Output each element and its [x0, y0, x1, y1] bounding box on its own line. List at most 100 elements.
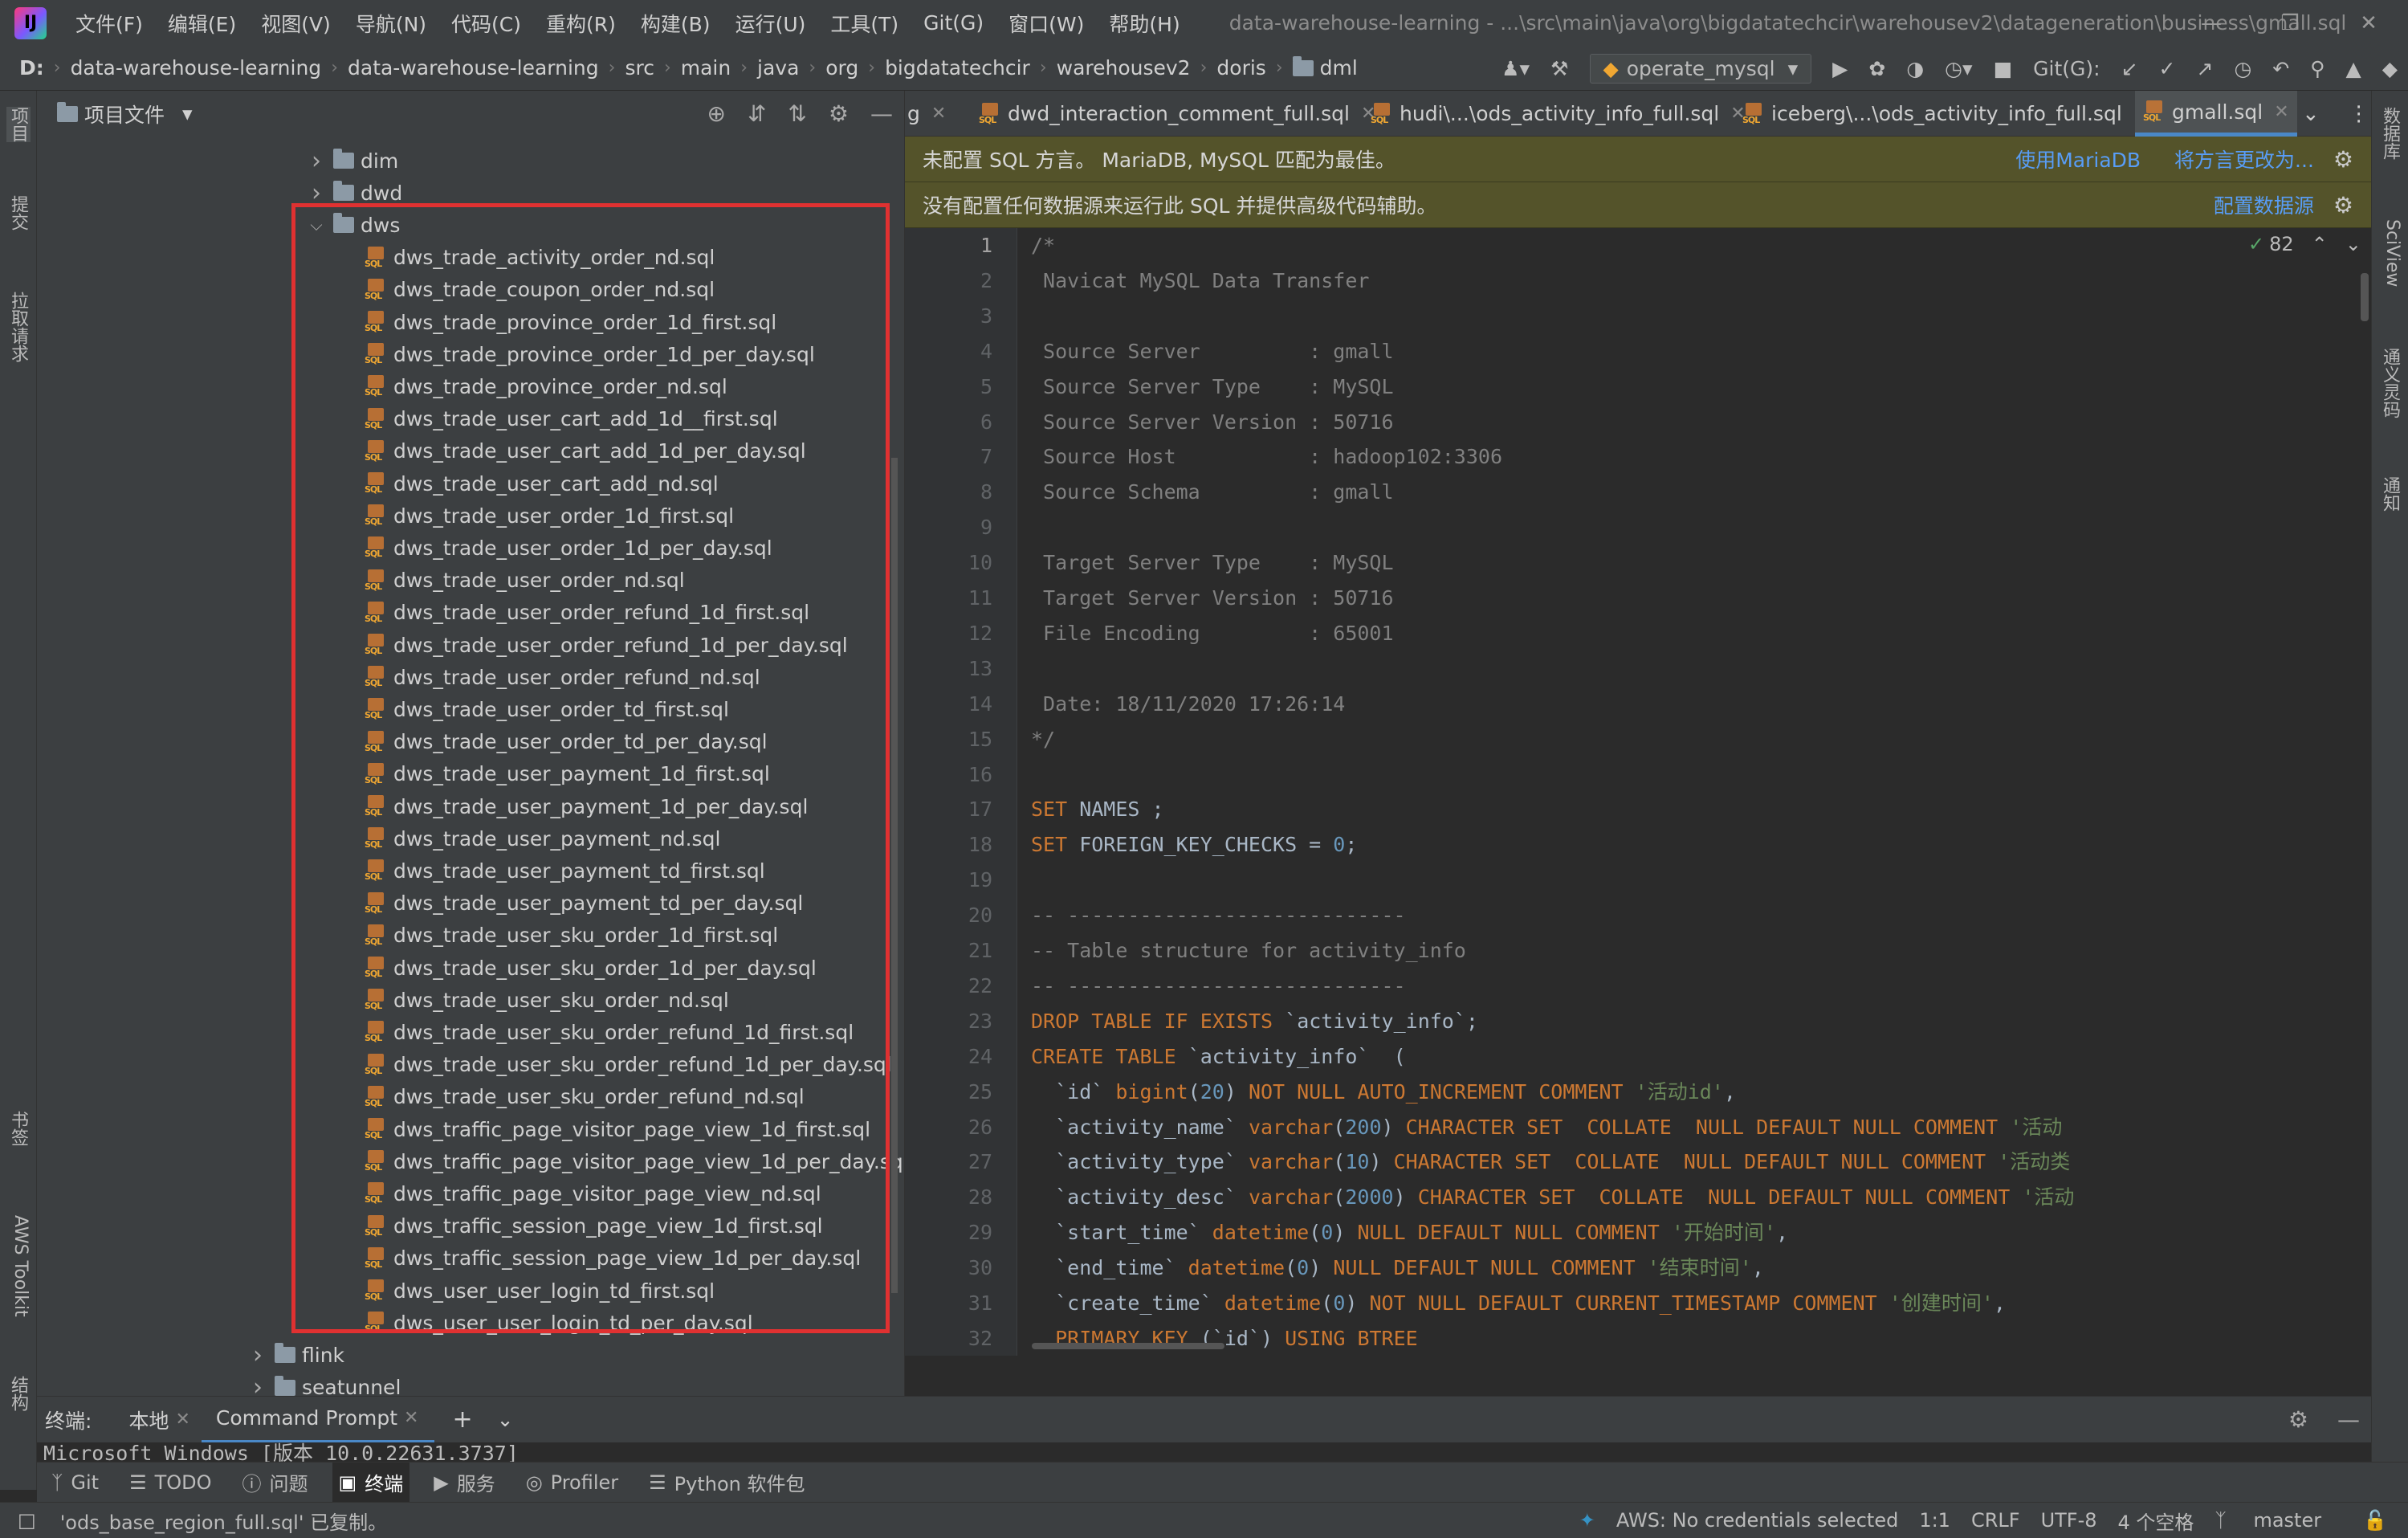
- menu-window[interactable]: 窗口(W): [1008, 9, 1084, 38]
- debug-icon[interactable]: ✿: [1868, 57, 1885, 80]
- code-line[interactable]: SET FOREIGN_KEY_CHECKS = 0;: [1031, 827, 1357, 863]
- configure-datasource-link[interactable]: 配置数据源: [2214, 190, 2314, 219]
- profile-icon[interactable]: ◷▾: [1945, 57, 1972, 80]
- code-editor[interactable]: /* Navicat MySQL Data Transfer Source Se…: [1018, 228, 2371, 1356]
- code-line[interactable]: /*: [1031, 228, 1055, 263]
- code-line[interactable]: `start_time` datetime(0) NULL DEFAULT NU…: [1031, 1215, 1788, 1250]
- history-icon[interactable]: ◷: [2234, 57, 2251, 80]
- use-mariadb-link[interactable]: 使用MariaDB: [2015, 145, 2141, 173]
- strip-commit[interactable]: 提交: [6, 195, 31, 230]
- rollback-icon[interactable]: ↶: [2272, 57, 2289, 80]
- breadcrumb-item[interactable]: doris: [1216, 56, 1265, 80]
- code-line[interactable]: `activity_name` varchar(200) CHARACTER S…: [1031, 1110, 2062, 1145]
- tab-partial[interactable]: g ✕: [907, 91, 946, 137]
- tool-problems[interactable]: ⓘ 问题: [236, 1463, 315, 1503]
- git-branch[interactable]: ᛉ master: [2214, 1509, 2342, 1532]
- strip-tongyi[interactable]: 通义灵码: [2378, 348, 2402, 418]
- terminal-output[interactable]: Microsoft Windows [版本 10.0.22631.3737]: [37, 1442, 2371, 1462]
- coverage-icon[interactable]: ◑: [1906, 57, 1924, 80]
- close-icon[interactable]: ✕: [931, 104, 946, 124]
- code-line[interactable]: -- Table structure for activity_info: [1031, 933, 1466, 969]
- menu-edit[interactable]: 编辑(E): [168, 9, 236, 38]
- code-line[interactable]: Source Server : gmall: [1031, 334, 1394, 369]
- close-window-icon[interactable]: ✕: [2329, 11, 2408, 35]
- tree-folder-dim[interactable]: › dim: [306, 145, 398, 177]
- tab-command-prompt[interactable]: Command Prompt ✕: [201, 1397, 435, 1443]
- menu-file[interactable]: 文件(F): [75, 9, 143, 38]
- menu-refactor[interactable]: 重构(R): [546, 9, 616, 38]
- lock-icon[interactable]: 🔓: [2363, 1509, 2387, 1532]
- expand-all-icon[interactable]: ⇵: [748, 100, 766, 127]
- code-line[interactable]: Date: 18/11/2020 17:26:14: [1031, 687, 1345, 722]
- search-icon[interactable]: ⚲: [2310, 57, 2324, 80]
- tab-local[interactable]: 本地: [128, 1405, 169, 1434]
- close-icon[interactable]: ✕: [404, 1408, 418, 1428]
- aws-status[interactable]: AWS: No credentials selected: [1616, 1509, 1898, 1532]
- tree-folder-flink[interactable]: › flink: [247, 1339, 344, 1371]
- gear-icon[interactable]: ⚙: [2333, 192, 2353, 218]
- build-hammer-icon[interactable]: ⚒: [1550, 57, 1568, 80]
- add-icon[interactable]: +: [452, 1405, 472, 1434]
- chevron-down-icon[interactable]: ⌄: [2302, 102, 2320, 126]
- minimize-icon[interactable]: —: [2172, 11, 2251, 35]
- code-line[interactable]: Source Schema : gmall: [1031, 475, 1394, 510]
- gear-icon[interactable]: ⚙: [829, 100, 849, 127]
- git-commit-icon[interactable]: ✓: [2159, 57, 2176, 80]
- breadcrumb-item[interactable]: src: [625, 56, 654, 80]
- strip-bookmarks[interactable]: 书签: [6, 1111, 31, 1146]
- code-line[interactable]: Target Server Version : 50716: [1031, 581, 1394, 616]
- code-line[interactable]: PRIMARY KEY (`id`) USING BTREE: [1031, 1321, 1418, 1356]
- gear-icon[interactable]: ⚙: [2288, 1406, 2308, 1433]
- code-line[interactable]: `activity_type` varchar(10) CHARACTER SE…: [1031, 1144, 2070, 1180]
- cursor-position[interactable]: 1:1: [1919, 1509, 1950, 1532]
- gear-icon[interactable]: ⚙: [2333, 146, 2353, 173]
- tab-gmall-sql[interactable]: SQL gmall.sql ✕: [2135, 91, 2297, 137]
- locate-icon[interactable]: ⊕: [707, 100, 725, 127]
- chevron-right-icon[interactable]: ›: [247, 1341, 268, 1369]
- aws-icon[interactable]: ✦: [1579, 1509, 1595, 1532]
- chevron-down-icon[interactable]: ⌄: [2345, 233, 2361, 255]
- hide-icon[interactable]: —: [870, 100, 893, 127]
- code-line[interactable]: `activity_desc` varchar(2000) CHARACTER …: [1031, 1180, 2074, 1215]
- code-line[interactable]: -- ----------------------------: [1031, 969, 1406, 1004]
- code-line[interactable]: `end_time` datetime(0) NULL DEFAULT NULL…: [1031, 1250, 1764, 1286]
- layout-icon[interactable]: □: [18, 1509, 36, 1532]
- stop-icon[interactable]: ■: [1994, 57, 2013, 80]
- strip-pull-requests[interactable]: 拉取请求: [6, 292, 31, 362]
- close-icon[interactable]: ✕: [2274, 102, 2288, 122]
- run-config-selector[interactable]: ◆ operate_mysql ▾: [1589, 53, 1812, 84]
- breadcrumb-item[interactable]: bigdatatechcir: [885, 56, 1030, 80]
- strip-sciview[interactable]: SciView: [2378, 219, 2402, 287]
- file-encoding[interactable]: UTF-8: [2041, 1509, 2097, 1532]
- restore-icon[interactable]: ❐: [2251, 11, 2329, 35]
- breadcrumb-item[interactable]: data-warehouse-learning: [71, 56, 322, 80]
- tool-profiler[interactable]: ◎ Profiler: [519, 1463, 625, 1503]
- menu-code[interactable]: 代码(C): [451, 9, 521, 38]
- menu-tools[interactable]: 工具(T): [830, 9, 898, 38]
- code-line[interactable]: Source Server Type : MySQL: [1031, 369, 1394, 405]
- breadcrumb-item[interactable]: org: [825, 56, 858, 80]
- inspection-widget[interactable]: ✓ 82 ⌃ ⌄: [2248, 233, 2361, 255]
- tab-iceberg-ods-activity[interactable]: SQL iceberg\...\ods_activity_info_full.sq…: [1742, 91, 2148, 137]
- breadcrumb-drive[interactable]: D:: [19, 56, 44, 80]
- editor-scrollbar[interactable]: [2361, 273, 2369, 321]
- code-line[interactable]: `create_time` datetime(0) NOT NULL DEFAU…: [1031, 1286, 2006, 1321]
- breadcrumb-item[interactable]: warehousev2: [1057, 56, 1191, 80]
- code-line[interactable]: */: [1031, 722, 1055, 757]
- chevron-down-icon[interactable]: ⌄: [497, 1408, 514, 1431]
- code-line[interactable]: SET NAMES ;: [1031, 792, 1164, 827]
- strip-project[interactable]: 项目: [6, 107, 31, 142]
- hide-icon[interactable]: —: [2337, 1406, 2360, 1433]
- project-view-selector[interactable]: 项目文件 ▾: [57, 100, 193, 129]
- code-line[interactable]: DROP TABLE IF EXISTS `activity_info`;: [1031, 1004, 1478, 1039]
- tool-terminal[interactable]: ▣ 终端: [332, 1462, 410, 1503]
- tool-python-packages[interactable]: ☰ Python 软件包: [642, 1463, 811, 1503]
- breadcrumb-item[interactable]: dml: [1320, 56, 1358, 80]
- code-line[interactable]: Source Host : hadoop102:3306: [1031, 439, 1502, 475]
- update-icon[interactable]: ▲: [2346, 57, 2361, 80]
- close-icon[interactable]: ✕: [175, 1409, 189, 1430]
- code-line[interactable]: -- ----------------------------: [1031, 898, 1406, 933]
- git-push-icon[interactable]: ↗: [2196, 57, 2213, 80]
- tabs-menu[interactable]: ⌄ ⋮: [2302, 91, 2369, 137]
- git-update-icon[interactable]: ↙: [2121, 57, 2138, 80]
